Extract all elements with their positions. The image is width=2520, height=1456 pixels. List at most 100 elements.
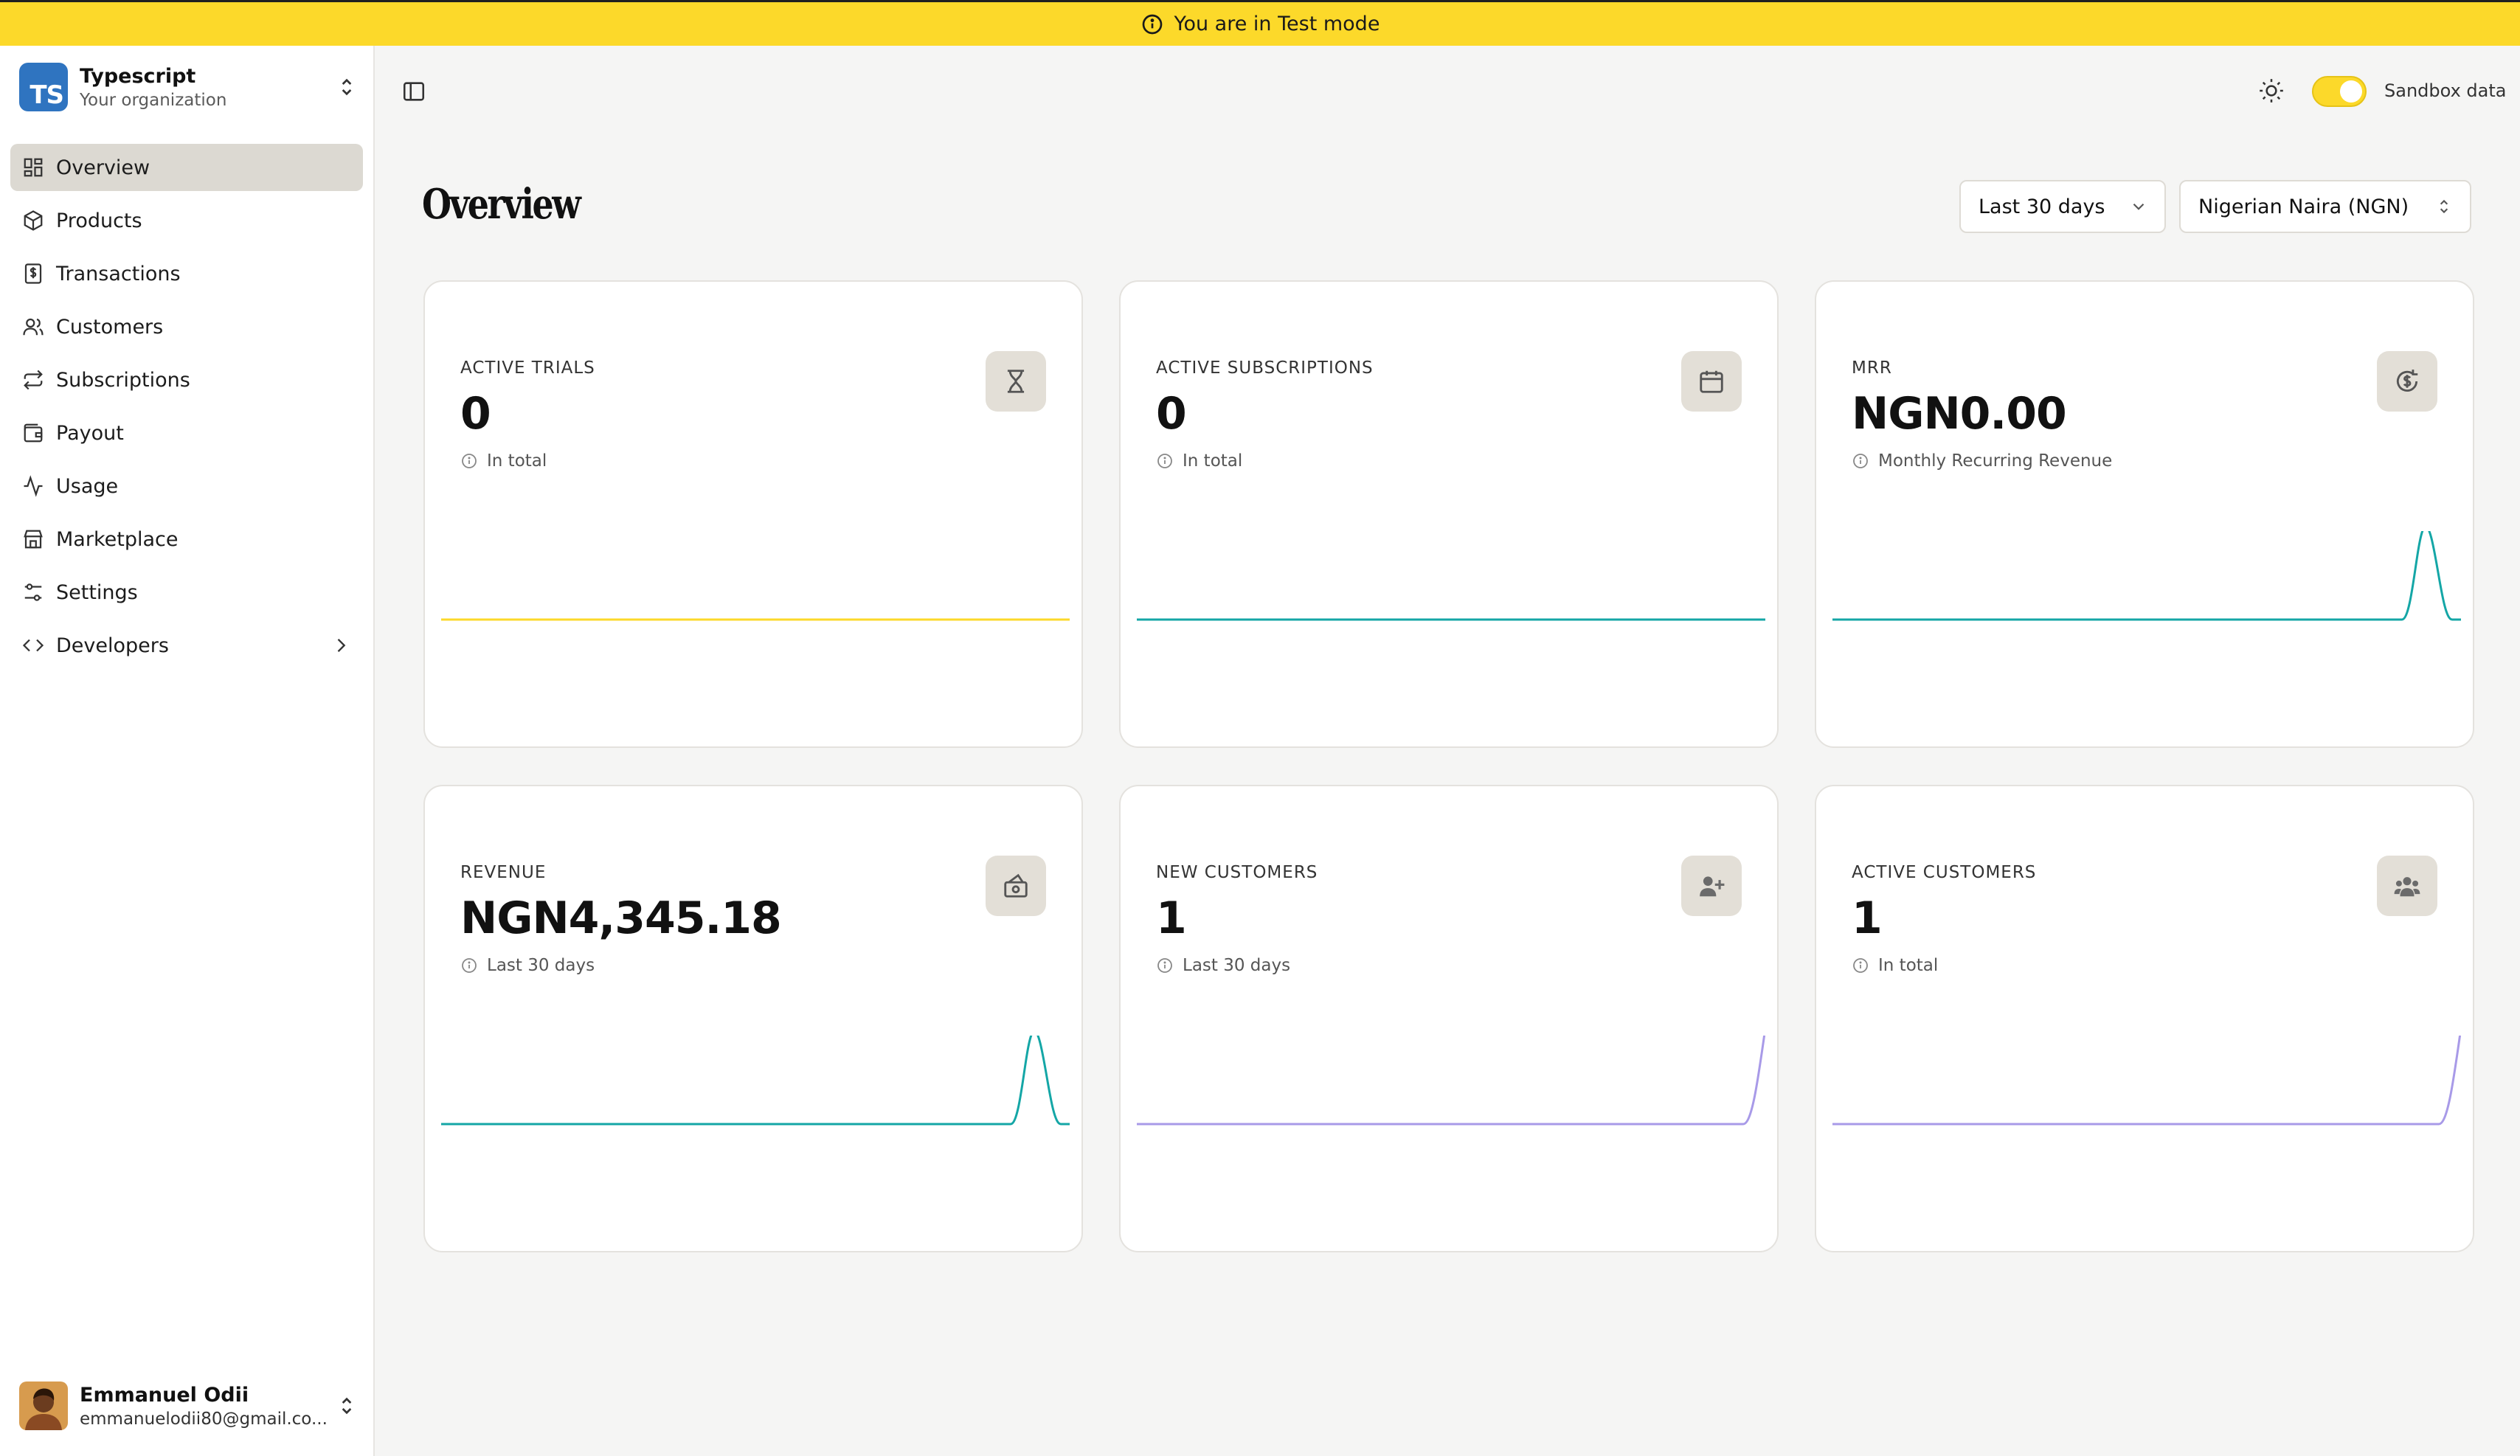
chevron-updown-icon	[342, 78, 352, 96]
user-name: Emmanuel Odii	[80, 1383, 249, 1407]
users-icon	[23, 318, 44, 336]
sandbox-toggle[interactable]	[2312, 76, 2367, 107]
wallet-icon	[24, 423, 43, 443]
sparkline-path	[1832, 531, 2461, 621]
sidebar-item-products[interactable]: Products	[10, 197, 363, 244]
repeat-icon	[24, 370, 43, 390]
sparkline	[1137, 1036, 1765, 1126]
org-subtitle: Your organization	[80, 90, 227, 110]
date-range-select[interactable]: Last 30 days	[1959, 180, 2166, 233]
currency-value: Nigerian Naira (NGN)	[2198, 195, 2409, 218]
card-icon-badge	[1681, 351, 1742, 412]
card-new-customers[interactable]: NEW CUSTOMERS 1 Last 30 days	[1119, 785, 1779, 1252]
info-icon	[462, 958, 477, 973]
card-mrr[interactable]: MRR NGN0.00 Monthly Recurring Revenue	[1815, 280, 2474, 748]
sidebar-nav: Overview Products Transactions Customers…	[10, 144, 363, 675]
page-title: Overview	[422, 180, 581, 229]
currency-select[interactable]: Nigerian Naira (NGN)	[2179, 180, 2471, 233]
sidebar-item-overview[interactable]: Overview	[10, 144, 363, 191]
sidebar-item-label: Transactions	[56, 262, 181, 285]
sidebar-item-settings[interactable]: Settings	[10, 569, 363, 616]
card-label: ACTIVE SUBSCRIPTIONS	[1156, 358, 1374, 378]
card-revenue[interactable]: REVENUE NGN4,345.18 Last 30 days	[423, 785, 1083, 1252]
chevron-updown-icon	[2440, 199, 2448, 214]
card-icon-badge	[2377, 856, 2437, 916]
card-note: Last 30 days	[1156, 956, 1290, 975]
sidebar-item-marketplace[interactable]: Marketplace	[10, 516, 363, 563]
card-note: In total	[1852, 956, 1938, 975]
org-name: Typescript	[80, 64, 196, 88]
info-icon	[1142, 14, 1162, 34]
cash-icon	[1004, 873, 1028, 898]
sparkline	[441, 618, 1070, 621]
sidebar-item-label: Payout	[56, 421, 124, 445]
sidebar-item-developers[interactable]: Developers	[10, 622, 363, 669]
sidebar-item-label: Usage	[56, 474, 119, 498]
sparkline	[1832, 531, 2461, 621]
sidebar-item-label: Overview	[56, 156, 150, 179]
info-icon	[1853, 958, 1868, 973]
sun-icon[interactable]	[2257, 77, 2285, 105]
sidebar-item-payout[interactable]: Payout	[10, 409, 363, 457]
info-icon	[1853, 454, 1868, 468]
sidebar-item-subscriptions[interactable]: Subscriptions	[10, 356, 363, 403]
card-icon-badge	[986, 351, 1046, 412]
sidebar-item-usage[interactable]: Usage	[10, 462, 363, 510]
grid-icon	[24, 158, 43, 177]
card-note: Last 30 days	[460, 956, 595, 975]
card-icon-badge	[986, 856, 1046, 916]
user-email: emmanuelodii80@gmail.co...	[80, 1409, 328, 1429]
activity-icon	[24, 475, 43, 497]
toggle-knob	[2340, 80, 2362, 103]
card-active-trials[interactable]: ACTIVE TRIALS 0 In total	[423, 280, 1083, 748]
card-value: 1	[1852, 892, 1883, 944]
card-note: In total	[460, 451, 547, 471]
sparkline	[1137, 618, 1765, 621]
org-switcher[interactable]: TS Typescript Your organization	[19, 60, 359, 114]
card-value: NGN4,345.18	[460, 892, 782, 944]
sidebar-item-label: Subscriptions	[56, 368, 190, 392]
dollar-refresh-icon	[2396, 370, 2418, 392]
sidebar-item-label: Settings	[56, 580, 138, 604]
card-value: 1	[1156, 892, 1187, 944]
info-icon	[462, 454, 477, 468]
card-label: REVENUE	[460, 863, 547, 882]
sidebar-item-customers[interactable]: Customers	[10, 303, 363, 350]
user-plus-icon	[1700, 876, 1725, 897]
sidebar-item-label: Customers	[56, 315, 164, 339]
card-value: NGN0.00	[1852, 388, 2067, 440]
card-active-subscriptions[interactable]: ACTIVE SUBSCRIPTIONS 0 In total	[1119, 280, 1779, 748]
chevron-right-icon	[337, 639, 346, 652]
card-label: NEW CUSTOMERS	[1156, 863, 1318, 882]
store-icon	[24, 530, 43, 549]
user-menu[interactable]: Emmanuel Odii emmanuelodii80@gmail.co...	[19, 1379, 359, 1432]
card-label: ACTIVE TRIALS	[460, 358, 595, 378]
test-mode-banner: You are in Test mode	[0, 0, 2520, 46]
code-icon	[22, 639, 44, 652]
sidebar-toggle-icon[interactable]	[401, 79, 426, 104]
org-logo: TS	[19, 63, 68, 111]
sparkline	[441, 1036, 1070, 1126]
card-note: In total	[1156, 451, 1242, 471]
avatar	[19, 1382, 68, 1430]
receipt-icon	[24, 263, 42, 284]
sidebar-item-label: Developers	[56, 634, 169, 657]
sidebar: TS Typescript Your organization Overview…	[0, 46, 375, 1456]
sparkline	[1832, 1036, 2461, 1126]
info-icon	[1157, 958, 1172, 973]
sidebar-item-transactions[interactable]: Transactions	[10, 250, 363, 297]
card-note: Monthly Recurring Revenue	[1852, 451, 2112, 471]
sandbox-label: Sandbox data	[2384, 80, 2507, 101]
sparkline-path	[1137, 1036, 1765, 1126]
chevron-down-icon	[2133, 203, 2145, 210]
card-icon-badge	[1681, 856, 1742, 916]
card-value: 0	[460, 388, 491, 440]
banner-text: You are in Test mode	[1174, 13, 1380, 35]
chevron-updown-icon	[342, 1397, 352, 1415]
sidebar-item-label: Marketplace	[56, 527, 179, 551]
card-label: MRR	[1852, 358, 1892, 378]
box-icon	[24, 210, 43, 231]
card-active-customers[interactable]: ACTIVE CUSTOMERS 1 In total	[1815, 785, 2474, 1252]
calendar-icon	[1700, 370, 1723, 393]
card-icon-badge	[2377, 351, 2437, 412]
